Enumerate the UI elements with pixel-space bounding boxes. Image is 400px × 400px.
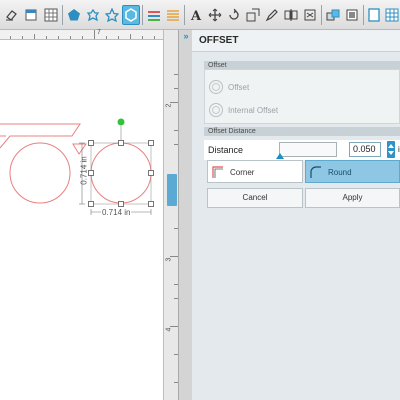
window-icon[interactable] [22, 5, 40, 25]
polygon-icon[interactable] [122, 5, 140, 25]
toolbar: A [0, 0, 400, 30]
distance-stepper[interactable] [387, 141, 395, 158]
corner-button[interactable]: Corner [207, 160, 303, 183]
resize-icon[interactable] [244, 5, 262, 25]
offset-options: Offset Internal Offset [204, 69, 400, 124]
vruler-number: 4 [165, 327, 173, 332]
internal-offset-option-label: Internal Offset [228, 105, 279, 115]
lines-icon[interactable] [145, 5, 163, 25]
color-stripes-icon[interactable] [164, 5, 182, 25]
slider-knob[interactable] [276, 153, 284, 159]
offset-distance-section-header: Offset Distance [204, 127, 400, 136]
move-icon[interactable] [206, 5, 224, 25]
collapse-panel-icon[interactable]: » [180, 31, 192, 41]
cancel-button[interactable]: Cancel [207, 188, 303, 208]
vruler-number: 2 [165, 103, 173, 108]
distance-label: Distance [208, 145, 244, 155]
offset-icon [209, 80, 223, 94]
flip-icon[interactable] [301, 5, 319, 25]
align-icon[interactable] [282, 5, 300, 25]
grid-icon[interactable] [42, 5, 60, 25]
stepper-down-icon[interactable] [388, 151, 394, 155]
distance-row: Distance 0.050 in [204, 140, 400, 160]
internal-offset-option[interactable]: Internal Offset [209, 103, 278, 117]
text-icon[interactable]: A [187, 5, 205, 25]
corner-icon [212, 166, 223, 178]
offset-option[interactable]: Offset [209, 80, 249, 94]
ruler-number: 7 [97, 29, 101, 36]
vertical-scroll-thumb[interactable] [167, 174, 177, 206]
distance-input[interactable]: 0.050 [349, 142, 381, 157]
design-canvas[interactable]: 0.714 in 0.714 in [0, 40, 163, 400]
weld-icon[interactable] [343, 5, 361, 25]
internal-offset-icon [209, 103, 223, 117]
svg-text:A: A [190, 9, 202, 22]
offset-panel: OFFSET Offset Offset Internal Offset Off… [192, 30, 400, 400]
distance-slider[interactable] [276, 142, 337, 159]
vertical-ruler: 2 3 4 [163, 30, 178, 400]
round-icon [310, 166, 321, 178]
round-label: Round [328, 168, 352, 177]
round-button[interactable]: Round [305, 160, 400, 183]
eraser-icon[interactable] [2, 5, 20, 25]
panel-divider[interactable]: » [178, 30, 192, 400]
flower-icon[interactable] [84, 5, 102, 25]
pen-icon[interactable] [263, 5, 281, 25]
pentagon-icon[interactable] [65, 5, 83, 25]
height-dimension-label: 0.714 in [79, 156, 89, 185]
corner-label: Corner [230, 168, 255, 177]
vruler-number: 3 [165, 257, 173, 262]
offset-option-label: Offset [228, 82, 250, 92]
replicate-icon[interactable] [324, 5, 342, 25]
page-icon[interactable] [365, 5, 383, 25]
stepper-up-icon[interactable] [388, 144, 394, 148]
grid-view-icon[interactable] [383, 5, 400, 25]
apply-button[interactable]: Apply [305, 188, 400, 208]
rotate-icon[interactable] [225, 5, 243, 25]
star-icon[interactable] [103, 5, 121, 25]
horizontal-ruler: 7 [0, 29, 163, 40]
width-dimension-label: 0.714 in [101, 208, 132, 217]
panel-title: OFFSET [199, 35, 239, 46]
panel-header: OFFSET [192, 30, 400, 52]
